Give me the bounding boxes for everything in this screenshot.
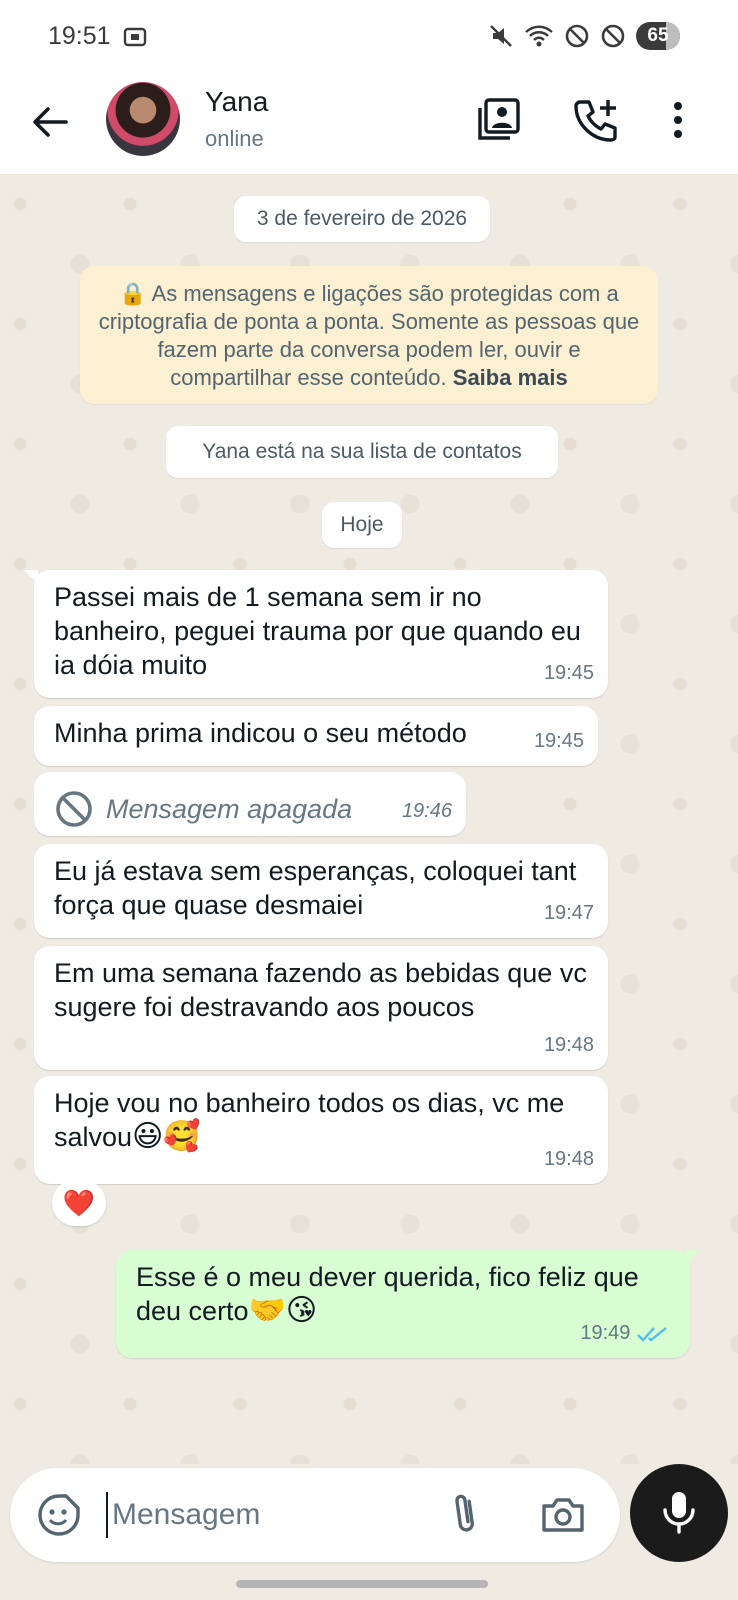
message-time: 19:48 (543, 1034, 594, 1056)
attach-icon[interactable] (440, 1490, 490, 1540)
message-text: Mensagem apagada (106, 794, 353, 824)
wifi-icon (525, 25, 553, 47)
message-time: 19:45 (543, 662, 594, 684)
message-text: Em uma semana fazendo as bebidas que vc … (54, 958, 587, 1022)
message-text: Minha prima indicou o seu método (54, 718, 467, 748)
message-text: Passei mais de 1 semana sem ir no banhei… (54, 582, 581, 680)
video-call-icon[interactable] (476, 96, 524, 144)
screenshot-icon (123, 27, 147, 47)
learn-more-link[interactable]: Saiba mais (453, 365, 568, 390)
message-text: Esse é o meu dever querida, fico feliz q… (136, 1262, 639, 1326)
battery-level: 65 (647, 25, 669, 46)
deleted-message-bubble[interactable]: Mensagem apagada 19:46 (34, 772, 466, 836)
message-bubble[interactable]: Hoje vou no banheiro todos os dias, vc m… (34, 1076, 608, 1184)
message-time: 19:46 (401, 800, 452, 822)
chat-area[interactable]: 3 de fevereiro de 2026 🔒 As mensagens e … (0, 174, 738, 1464)
dnd-icon (565, 24, 589, 48)
camera-icon[interactable] (538, 1490, 588, 1540)
message-text: Eu já estava sem esperanças, coloquei ta… (54, 856, 577, 920)
message-input[interactable] (106, 1492, 436, 1538)
contact-status: online (205, 126, 264, 151)
heart-reaction[interactable]: ❤️ (52, 1180, 106, 1226)
message-time: 19:45 (533, 730, 584, 752)
message-emoji: 😃🥰 (132, 1120, 201, 1153)
contact-info-pill: Yana está na sua lista de contatos (166, 426, 558, 478)
mic-button[interactable] (630, 1464, 728, 1562)
message-bubble[interactable]: Eu já estava sem esperanças, coloquei ta… (34, 844, 608, 938)
message-time: 19:47 (543, 902, 594, 924)
contact-name[interactable]: Yana (205, 86, 268, 118)
message-bubble[interactable]: Passei mais de 1 semana sem ir no banhei… (24, 570, 608, 698)
deleted-icon (56, 791, 92, 827)
message-composer (10, 1468, 620, 1562)
status-time: 19:51 (48, 22, 111, 50)
dnd-icon-2 (601, 24, 625, 48)
add-call-icon[interactable] (572, 96, 620, 144)
chat-header: Yana online (0, 72, 738, 174)
avatar[interactable] (106, 82, 180, 156)
date-pill: 3 de fevereiro de 2026 (234, 196, 490, 242)
message-time-wrap: 19:49 (580, 1316, 670, 1350)
lock-icon: 🔒 (119, 281, 147, 306)
message-bubble[interactable]: Em uma semana fazendo as bebidas que vc … (34, 946, 608, 1070)
message-text: Hoje vou no banheiro todos os dias, vc m… (54, 1088, 565, 1152)
encryption-notice[interactable]: 🔒 As mensagens e ligações são protegidas… (80, 266, 658, 404)
back-arrow-icon[interactable] (28, 100, 72, 144)
sticker-icon[interactable] (34, 1490, 84, 1540)
more-options-icon[interactable] (658, 96, 698, 144)
message-emoji: 🤝😘 (248, 1294, 318, 1327)
battery-icon: 65 (636, 22, 680, 50)
status-bar: 19:51 65 (0, 0, 738, 72)
gesture-nav-bar[interactable] (236, 1580, 488, 1588)
message-bubble[interactable]: Minha prima indicou o seu método 19:45 (34, 706, 598, 766)
mute-icon (490, 25, 512, 47)
message-time: 19:48 (543, 1148, 594, 1170)
outgoing-message-bubble[interactable]: Esse é o meu dever querida, fico feliz q… (116, 1250, 700, 1358)
message-time: 19:49 (580, 1322, 631, 1344)
today-pill: Hoje (322, 502, 402, 548)
read-ticks-icon (637, 1326, 667, 1342)
mic-icon (663, 1492, 695, 1534)
